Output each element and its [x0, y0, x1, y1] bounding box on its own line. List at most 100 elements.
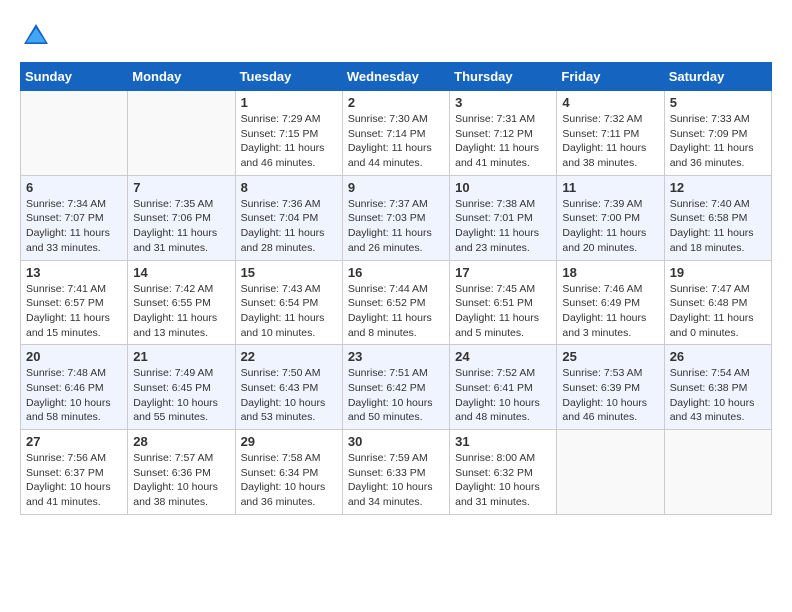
calendar-week-row: 6 Sunrise: 7:34 AMSunset: 7:07 PMDaylight…: [21, 175, 772, 260]
calendar-day-cell: [557, 430, 664, 515]
calendar-week-row: 1Sunrise: 7:29 AMSunset: 7:15 PMDaylight…: [21, 91, 772, 176]
day-info: Sunrise: 7:44 AMSunset: 6:52 PMDaylight:…: [348, 282, 444, 341]
day-number: 22: [241, 349, 337, 364]
page-header: [20, 20, 772, 52]
calendar-day-cell: 14Sunrise: 7:42 AMSunset: 6:55 PMDayligh…: [128, 260, 235, 345]
calendar-day-cell: 20 Sunrise: 7:48 AMSunset: 6:46 PMDayligh…: [21, 345, 128, 430]
calendar-day-cell: 13Sunrise: 7:41 AMSunset: 6:57 PMDayligh…: [21, 260, 128, 345]
day-info: Sunrise: 7:34 AMSunset: 7:07 PMDaylight:…: [26, 197, 122, 256]
day-number: 14: [133, 265, 229, 280]
day-of-week-header: Wednesday: [342, 63, 449, 91]
calendar-day-cell: [21, 91, 128, 176]
day-number: 8: [241, 180, 337, 195]
day-info: Sunrise: 7:58 AMSunset: 6:34 PMDaylight:…: [241, 451, 337, 510]
day-number: 7: [133, 180, 229, 195]
day-info: Sunrise: 7:52 AMSunset: 6:41 PMDaylight:…: [455, 366, 551, 425]
calendar-day-cell: 2 Sunrise: 7:30 AMSunset: 7:14 PMDaylight…: [342, 91, 449, 176]
day-info: Sunrise: 7:50 AMSunset: 6:43 PMDaylight:…: [241, 366, 337, 425]
day-info: Sunrise: 7:54 AMSunset: 6:38 PMDaylight:…: [670, 366, 766, 425]
calendar-day-cell: 25 Sunrise: 7:53 AMSunset: 6:39 PMDayligh…: [557, 345, 664, 430]
day-number: 24: [455, 349, 551, 364]
day-info: Sunrise: 7:47 AMSunset: 6:48 PMDaylight:…: [670, 282, 766, 341]
calendar-day-cell: 9 Sunrise: 7:37 AMSunset: 7:03 PMDaylight…: [342, 175, 449, 260]
day-number: 6: [26, 180, 122, 195]
day-info: Sunrise: 7:57 AMSunset: 6:36 PMDaylight:…: [133, 451, 229, 510]
day-number: 26: [670, 349, 766, 364]
calendar-day-cell: 26 Sunrise: 7:54 AMSunset: 6:38 PMDayligh…: [664, 345, 771, 430]
calendar-day-cell: 6 Sunrise: 7:34 AMSunset: 7:07 PMDaylight…: [21, 175, 128, 260]
calendar-day-cell: 31 Sunrise: 8:00 AMSunset: 6:32 PMDayligh…: [450, 430, 557, 515]
day-number: 30: [348, 434, 444, 449]
day-info: Sunrise: 7:39 AMSunset: 7:00 PMDaylight:…: [562, 197, 658, 256]
day-number: 25: [562, 349, 658, 364]
day-number: 11: [562, 180, 658, 195]
day-number: 3: [455, 95, 551, 110]
day-info: Sunrise: 7:35 AMSunset: 7:06 PMDaylight:…: [133, 197, 229, 256]
day-info: Sunrise: 7:53 AMSunset: 6:39 PMDaylight:…: [562, 366, 658, 425]
day-info: Sunrise: 7:49 AMSunset: 6:45 PMDaylight:…: [133, 366, 229, 425]
day-number: 13: [26, 265, 122, 280]
day-number: 18: [562, 265, 658, 280]
calendar-table: SundayMondayTuesdayWednesdayThursdayFrid…: [20, 62, 772, 515]
calendar-day-cell: 5 Sunrise: 7:33 AMSunset: 7:09 PMDaylight…: [664, 91, 771, 176]
calendar-day-cell: 12Sunrise: 7:40 AMSunset: 6:58 PMDayligh…: [664, 175, 771, 260]
day-number: 27: [26, 434, 122, 449]
day-number: 17: [455, 265, 551, 280]
day-info: Sunrise: 7:45 AMSunset: 6:51 PMDaylight:…: [455, 282, 551, 341]
calendar-day-cell: 24 Sunrise: 7:52 AMSunset: 6:41 PMDayligh…: [450, 345, 557, 430]
day-info: Sunrise: 7:30 AMSunset: 7:14 PMDaylight:…: [348, 112, 444, 171]
day-info: Sunrise: 7:51 AMSunset: 6:42 PMDaylight:…: [348, 366, 444, 425]
day-info: Sunrise: 7:31 AMSunset: 7:12 PMDaylight:…: [455, 112, 551, 171]
calendar-day-cell: 4Sunrise: 7:32 AMSunset: 7:11 PMDaylight…: [557, 91, 664, 176]
day-of-week-header: Friday: [557, 63, 664, 91]
day-info: Sunrise: 7:29 AMSunset: 7:15 PMDaylight:…: [241, 112, 337, 171]
day-info: Sunrise: 7:56 AMSunset: 6:37 PMDaylight:…: [26, 451, 122, 510]
day-number: 16: [348, 265, 444, 280]
calendar-day-cell: 23 Sunrise: 7:51 AMSunset: 6:42 PMDayligh…: [342, 345, 449, 430]
day-of-week-header: Sunday: [21, 63, 128, 91]
calendar-day-cell: 28 Sunrise: 7:57 AMSunset: 6:36 PMDayligh…: [128, 430, 235, 515]
day-number: 10: [455, 180, 551, 195]
day-number: 31: [455, 434, 551, 449]
calendar-day-cell: 8 Sunrise: 7:36 AMSunset: 7:04 PMDaylight…: [235, 175, 342, 260]
logo-icon: [20, 20, 52, 52]
day-info: Sunrise: 7:36 AMSunset: 7:04 PMDaylight:…: [241, 197, 337, 256]
day-number: 4: [562, 95, 658, 110]
day-number: 20: [26, 349, 122, 364]
calendar-day-cell: 19 Sunrise: 7:47 AMSunset: 6:48 PMDayligh…: [664, 260, 771, 345]
day-info: Sunrise: 7:43 AMSunset: 6:54 PMDaylight:…: [241, 282, 337, 341]
calendar-day-cell: 3 Sunrise: 7:31 AMSunset: 7:12 PMDaylight…: [450, 91, 557, 176]
day-number: 23: [348, 349, 444, 364]
calendar-day-cell: 17 Sunrise: 7:45 AMSunset: 6:51 PMDayligh…: [450, 260, 557, 345]
day-number: 9: [348, 180, 444, 195]
day-number: 2: [348, 95, 444, 110]
day-number: 19: [670, 265, 766, 280]
calendar-header-row: SundayMondayTuesdayWednesdayThursdayFrid…: [21, 63, 772, 91]
day-info: Sunrise: 8:00 AMSunset: 6:32 PMDaylight:…: [455, 451, 551, 510]
day-number: 12: [670, 180, 766, 195]
calendar-day-cell: [664, 430, 771, 515]
day-info: Sunrise: 7:37 AMSunset: 7:03 PMDaylight:…: [348, 197, 444, 256]
calendar-day-cell: 10 Sunrise: 7:38 AMSunset: 7:01 PMDayligh…: [450, 175, 557, 260]
calendar-day-cell: 27 Sunrise: 7:56 AMSunset: 6:37 PMDayligh…: [21, 430, 128, 515]
day-number: 5: [670, 95, 766, 110]
calendar-day-cell: 1Sunrise: 7:29 AMSunset: 7:15 PMDaylight…: [235, 91, 342, 176]
calendar-day-cell: 15 Sunrise: 7:43 AMSunset: 6:54 PMDayligh…: [235, 260, 342, 345]
day-of-week-header: Monday: [128, 63, 235, 91]
calendar-day-cell: 18 Sunrise: 7:46 AMSunset: 6:49 PMDayligh…: [557, 260, 664, 345]
day-number: 15: [241, 265, 337, 280]
day-info: Sunrise: 7:46 AMSunset: 6:49 PMDaylight:…: [562, 282, 658, 341]
day-number: 21: [133, 349, 229, 364]
calendar-week-row: 27 Sunrise: 7:56 AMSunset: 6:37 PMDayligh…: [21, 430, 772, 515]
calendar-day-cell: 29 Sunrise: 7:58 AMSunset: 6:34 PMDayligh…: [235, 430, 342, 515]
calendar-day-cell: [128, 91, 235, 176]
day-info: Sunrise: 7:38 AMSunset: 7:01 PMDaylight:…: [455, 197, 551, 256]
day-info: Sunrise: 7:33 AMSunset: 7:09 PMDaylight:…: [670, 112, 766, 171]
calendar-week-row: 20 Sunrise: 7:48 AMSunset: 6:46 PMDayligh…: [21, 345, 772, 430]
day-of-week-header: Thursday: [450, 63, 557, 91]
day-of-week-header: Saturday: [664, 63, 771, 91]
day-number: 28: [133, 434, 229, 449]
day-number: 29: [241, 434, 337, 449]
day-info: Sunrise: 7:59 AMSunset: 6:33 PMDaylight:…: [348, 451, 444, 510]
day-info: Sunrise: 7:48 AMSunset: 6:46 PMDaylight:…: [26, 366, 122, 425]
